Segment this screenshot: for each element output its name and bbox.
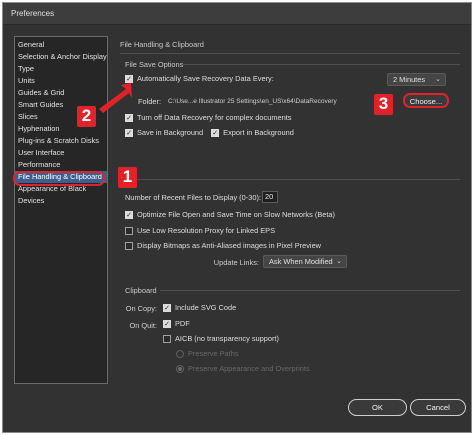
clipboard-divider: [160, 290, 460, 291]
include-svg-checkbox[interactable]: ✓: [163, 303, 171, 312]
anti-alias-label: Display Bitmaps as Anti-Aliased images i…: [137, 241, 322, 250]
clipboard-title: Clipboard: [125, 286, 157, 295]
ok-button[interactable]: OK: [348, 399, 407, 416]
preserve-appearance-row: Preserve Appearance and Overprints: [176, 364, 310, 373]
preserve-appearance-label: Preserve Appearance and Overprints: [188, 364, 310, 373]
aicb-label: AICB (no transparency support): [175, 334, 279, 343]
cancel-button[interactable]: Cancel: [410, 399, 466, 416]
preserve-paths-label: Preserve Paths: [188, 349, 239, 358]
aicb-checkbox[interactable]: [163, 334, 171, 343]
update-links-value: Ask When Modified: [269, 257, 333, 266]
anti-alias-row: Display Bitmaps as Anti-Aliased images i…: [125, 241, 321, 250]
recent-files-row: Number of Recent Files to Display (0-30)…: [125, 193, 261, 202]
pdf-checkbox[interactable]: ✓: [163, 319, 171, 328]
callout-2-badge: 2: [77, 106, 96, 127]
window-title: Preferences: [3, 3, 471, 25]
background-row: ✓ Save in Background ✓ Export in Backgro…: [125, 128, 294, 137]
file-save-options-title: File Save Options: [125, 60, 184, 69]
turn-off-recovery-label: Turn off Data Recovery for complex docum…: [137, 113, 292, 122]
section-title: File Handling & Clipboard: [120, 40, 204, 49]
update-links-label: Update Links:: [213, 258, 259, 267]
callout-highlight-ring: [13, 171, 105, 186]
section-divider: [120, 53, 460, 54]
save-in-background-checkbox[interactable]: ✓: [125, 128, 133, 137]
pdf-row: ✓ PDF: [163, 319, 190, 328]
callout-3-badge: 3: [374, 94, 393, 115]
on-quit-label: On Quit:: [129, 321, 157, 330]
sidebar-item-user-interface[interactable]: User Interface: [15, 147, 107, 159]
recent-files-label: Number of Recent Files to Display (0-30)…: [125, 193, 261, 202]
file-save-divider: [183, 64, 460, 65]
sidebar-item-selection-anchor-display[interactable]: Selection & Anchor Display: [15, 51, 107, 63]
recent-files-input[interactable]: 20: [262, 191, 278, 203]
preserve-paths-radio[interactable]: [176, 349, 184, 358]
preserve-appearance-radio[interactable]: [176, 364, 184, 373]
export-in-background-checkbox[interactable]: ✓: [211, 128, 220, 137]
sidebar-item-devices[interactable]: Devices: [15, 195, 107, 207]
optimize-label: Optimize File Open and Save Time on Slow…: [137, 210, 335, 219]
auto-save-row: ✓ Automatically Save Recovery Data Every…: [125, 74, 274, 83]
folder-row: Folder: C:\Use...e Illustrator 25 Settin…: [138, 97, 337, 106]
auto-save-interval-value: 2 Minutes: [393, 75, 426, 84]
save-in-background-label: Save in Background: [137, 128, 204, 137]
preferences-window: Preferences General Selection & Anchor D…: [2, 2, 472, 433]
preserve-paths-row: Preserve Paths: [176, 349, 239, 358]
sidebar-item-plugins-scratch-disks[interactable]: Plug-ins & Scratch Disks: [15, 135, 107, 147]
sidebar-item-type[interactable]: Type: [15, 63, 107, 75]
on-copy-label: On Copy:: [125, 304, 157, 313]
callout-arrow-icon: [99, 83, 132, 113]
pdf-label: PDF: [175, 319, 190, 328]
turn-off-recovery-row: ✓ Turn off Data Recovery for complex doc…: [125, 113, 291, 122]
chevron-down-icon: ⌄: [336, 258, 342, 265]
include-svg-row: ✓ Include SVG Code: [163, 303, 236, 312]
low-res-label: Use Low Resolution Proxy for Linked EPS: [137, 226, 276, 235]
include-svg-label: Include SVG Code: [175, 303, 237, 312]
anti-alias-checkbox[interactable]: [125, 241, 133, 250]
sidebar-item-performance[interactable]: Performance: [15, 159, 107, 171]
sidebar-item-general[interactable]: General: [15, 39, 107, 51]
low-res-checkbox[interactable]: [125, 226, 133, 235]
optimize-row: ✓ Optimize File Open and Save Time on Sl…: [125, 210, 335, 219]
choose-folder-button[interactable]: Choose...: [403, 93, 449, 108]
auto-save-label: Automatically Save Recovery Data Every:: [137, 74, 274, 83]
callout-1-badge: 1: [118, 167, 137, 188]
aicb-row: AICB (no transparency support): [163, 334, 279, 343]
low-res-row: Use Low Resolution Proxy for Linked EPS: [125, 226, 275, 235]
chevron-down-icon: ⌄: [435, 76, 441, 83]
folder-label: Folder:: [138, 97, 162, 106]
export-in-background-label: Export in Background: [223, 128, 294, 137]
optimize-checkbox[interactable]: ✓: [125, 210, 133, 219]
update-links-dropdown[interactable]: Ask When Modified ⌄: [263, 255, 347, 268]
auto-save-interval-dropdown[interactable]: 2 Minutes ⌄: [387, 73, 446, 86]
folder-path: C:\Use...e Illustrator 25 Settings\en_US…: [168, 98, 337, 105]
files-divider: [129, 179, 460, 180]
